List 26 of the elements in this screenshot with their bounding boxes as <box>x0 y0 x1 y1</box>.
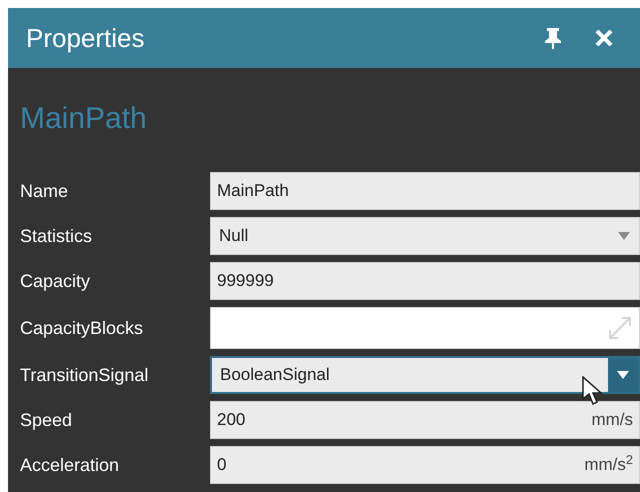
property-label: Speed <box>19 408 74 432</box>
collection-field[interactable] <box>210 307 640 349</box>
property-label: Name <box>19 180 70 202</box>
unit-label: mm/s$^{2}$ <box>584 452 633 476</box>
close-icon[interactable] <box>594 28 614 48</box>
unit-field[interactable]: 200 mm/s <box>210 401 640 439</box>
pin-icon[interactable] <box>544 27 562 49</box>
unit-field[interactable]: 0 mm/s$^{2}$ <box>210 446 640 484</box>
unit-label: mm/s <box>591 409 633 432</box>
text-field[interactable]: MainPath <box>210 172 640 210</box>
property-label: Capacity <box>19 270 92 293</box>
property-label: CapacityBlocks <box>19 316 144 340</box>
property-label: TransitionSignal <box>19 364 150 387</box>
property-label: Statistics <box>19 224 94 248</box>
text-field[interactable]: 999999 <box>210 262 640 300</box>
caret-icon <box>618 232 630 240</box>
field-value: 200 <box>217 409 246 432</box>
mouse-cursor-icon <box>582 376 604 406</box>
window-title: Properties <box>26 22 146 54</box>
dropdown-field[interactable]: Null <box>210 217 640 255</box>
expand-icon <box>607 315 633 341</box>
property-label: Acceleration <box>19 454 120 476</box>
dropdown-button[interactable] <box>608 358 638 392</box>
caret-icon <box>617 371 629 379</box>
object-name: MainPath <box>19 101 148 137</box>
field-value: 0 <box>217 454 226 476</box>
